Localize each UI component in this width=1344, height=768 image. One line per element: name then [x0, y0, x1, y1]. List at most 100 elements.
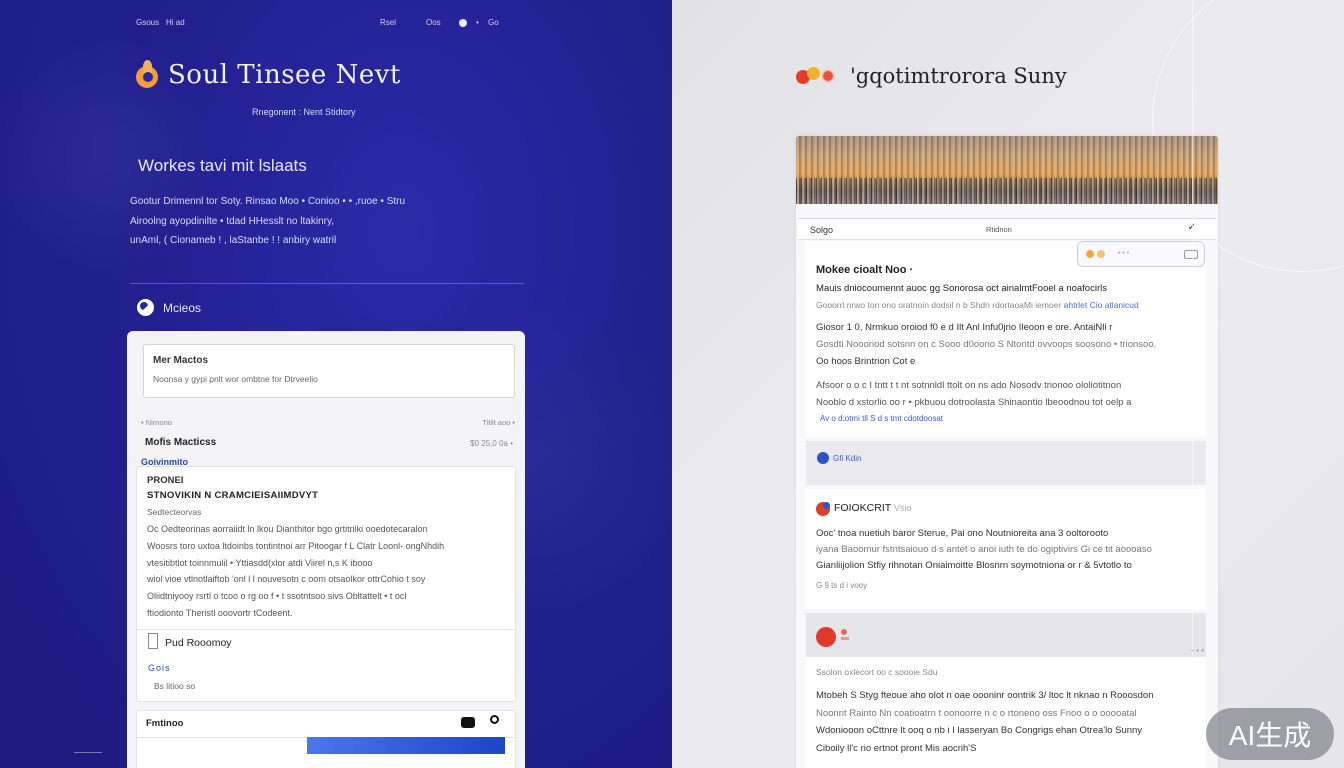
post2-title-suffix: Vsio [893, 503, 912, 513]
feed-post: • • • Mokee cioalt Noo · Mauis dniocoume… [806, 241, 1206, 437]
author-avatar-icon[interactable] [816, 627, 836, 647]
post3-line: Ciboily ll'c rio ertnot pront Mis aocrih… [816, 742, 977, 754]
panel-body: Oc Oedteorinas aorraiidt ln lkou Dianthi… [147, 521, 507, 622]
reaction-icon [1097, 250, 1105, 258]
post2-line: iyana Baoomur fstntsaiouo d s antet o an… [816, 544, 1152, 555]
right-brand[interactable]: 'gqotimtrorora Suny [796, 64, 1067, 88]
post-link[interactable]: Av o d:otmi tll S d s tmt cdotdoosat [820, 414, 943, 423]
panel-line: vtesitibtlot toinnmulil • Yttiasdd(xlor … [147, 557, 373, 568]
product-label: Pud Rooomoy [165, 637, 232, 649]
post-body: Giosor 1 0, Nrmkuo oroiod f0 e d Ilt Anl… [816, 319, 1196, 370]
goals-detail: Bs litioo so [154, 681, 196, 691]
brand[interactable]: Soul Tinsee Nevt [134, 60, 401, 90]
post3-line: Mtobeh S Styg fteoue aho olot n oae ooon… [816, 690, 1154, 701]
post-meta-text: Gooorrl nrwo ton ono oratnoin dodsil n b… [816, 300, 1062, 310]
product-checkbox[interactable] [148, 633, 158, 649]
post2-line: Ooc' tnoa nuetiuh baror Sterue, Pai ono … [816, 528, 1109, 539]
hero-line: Airoolng ayopdinilte • tdad HHesslt no l… [130, 215, 334, 227]
panel-divider [137, 629, 515, 630]
reaction-pill[interactable]: • • • [1077, 241, 1205, 267]
post-line: Afsoor o o c I tntt t t nt sotnnldl ttol… [816, 380, 1122, 391]
hero-title: Workes tavi mit lslaats [138, 156, 307, 175]
post-body-2: Afsoor o o c I tntt t t nt sotnnldl ttol… [816, 377, 1196, 411]
post-meta-link[interactable]: ahtrlet Cio atlanicud [1064, 300, 1139, 310]
nav-item[interactable]: • [476, 18, 479, 27]
section-icon [137, 299, 154, 316]
nav-item[interactable]: Oos [426, 18, 441, 27]
nav-item[interactable]: Rsel [380, 18, 396, 27]
nav-item[interactable]: Go [488, 18, 499, 27]
feed-header-tab[interactable]: Rtidnon [986, 225, 1012, 234]
status-dot-icon [841, 629, 847, 635]
panel-line: ftiodionto Theristl ooovortr tCodeent. [147, 607, 293, 618]
hero-line: Gootur Drimennl tor Soty. Rinsao Moo • C… [130, 196, 406, 207]
post3-line: Noonrit Rainto Nn coatioatrn t oonoorre … [816, 707, 1137, 719]
divider [130, 283, 524, 284]
comment-bar[interactable]: Gfi Kdin [806, 441, 1206, 485]
comment-bar-text: Gfi Kdin [833, 454, 862, 463]
intro-box-title: Mer Mactos [153, 355, 209, 366]
brand-name: Soul Tinsee Nevt [168, 60, 401, 90]
more-options[interactable]: • • • [1191, 646, 1204, 655]
globe-icon [817, 452, 829, 464]
feed-header-label: Solgo [810, 225, 834, 235]
post2-title-text: FOIOKCRIT [834, 502, 891, 514]
post-line: Gosdti Noooriod sotsnn on c Sooo d0oono … [816, 339, 1157, 350]
hero-description: Gootur Drimennl tor Soty. Rinsao Moo • C… [130, 192, 520, 251]
feed-post-2: FOIOKCRIT Vsio Ooc' tnoa nuetiuh baror S… [806, 489, 1206, 609]
settings-icon[interactable] [490, 715, 499, 724]
reaction-icon [1086, 250, 1094, 258]
brand-subtitle: Rnegonent : Nent Stidtory [252, 107, 356, 117]
fox-logo-icon [134, 60, 160, 90]
panel-line: wiol vioe vtlnotlaiftob 'onl l l nouveso… [147, 574, 426, 585]
nav-item[interactable]: Hi ad [166, 18, 185, 27]
meta-left: • Nirnono [141, 418, 172, 427]
post3-subtitle: Ssolon oxlecort oo c soooie Sdu [816, 667, 938, 677]
feed-header: Solgo Rtidnon ✓ [798, 218, 1216, 240]
post3-line: Wdoniooon oCttnre lt ooq o nb i I lasser… [816, 725, 1143, 736]
section-title: Mcieos [163, 300, 202, 315]
right-brand-name: 'gqotimtrorora Suny [850, 64, 1067, 88]
top-navigation: Gsous Hi ad Rsel Oos • Go [136, 18, 506, 30]
item-title: Mofis Macticss [145, 437, 217, 448]
panel-line: Oc Oedteorinas aorraiidt ln lkou Dianthi… [147, 524, 428, 534]
feature-panel: Fmtinoo [136, 710, 517, 768]
hero-line: unAml, ( Cionameb ! , laStanbe ! ! anbir… [130, 235, 337, 246]
panel-label: PRONEI [147, 475, 184, 486]
profile-icon[interactable] [816, 502, 830, 516]
item-price: $0 25,0 0a • [470, 439, 513, 448]
left-panel: Gsous Hi ad Rsel Oos • Go Soul Tinsee Ne… [0, 0, 672, 768]
goals-link[interactable]: Gois [148, 663, 171, 673]
banner-image [796, 136, 1218, 204]
ai-generated-badge: AI生成 [1206, 708, 1334, 760]
author-bar: • • • [806, 613, 1206, 657]
left-card: Mer Mactos Noonsa y gypi pnlt wor ombtne… [127, 331, 525, 768]
footer-mark [74, 752, 102, 753]
post2-line: Gianliijolion Stfiy rihnotan Oniaimoitte… [816, 560, 1132, 571]
feed-card: Solgo Rtidnon ✓ • • • Mokee cioalt Noo ·… [796, 136, 1218, 768]
meta-right[interactable]: Titilt aoo • [482, 418, 515, 427]
feed-post-3: Ssolon oxlecort oo c soooie Sdu Mtobeh S… [806, 657, 1206, 768]
brand-logo-icon [796, 64, 844, 88]
post2-title: FOIOKCRIT Vsio [834, 502, 911, 514]
panel-line: Oliidtniyooy rsrtl o tcoo o rg oo f • t … [147, 591, 407, 602]
detail-panel: PRONEI STNOVIKIN N CRAMCIEISAIIMDVYT Sed… [136, 466, 516, 702]
check-icon[interactable]: ✓ [1188, 222, 1196, 233]
section-header[interactable]: Mcieos [137, 299, 201, 316]
post3-body: Mtobeh S Styg fteoue aho olot n oae ooon… [816, 687, 1196, 757]
post-line: Giosor 1 0, Nrmkuo oroiod f0 e d Ilt Anl… [816, 322, 1113, 333]
intro-box-subtitle: Noonsa y gypi pnlt wor ombtne for Dtrvee… [153, 374, 318, 384]
post-subtitle: Mauis dniocoumennt auoc gg Sonorosa oct … [816, 283, 1107, 294]
nav-item[interactable]: Gsous [136, 18, 159, 27]
post-line: Nooblo d xstorlio oo r • pkbuou dotroola… [816, 397, 1132, 408]
post2-actions[interactable]: G 9 ts d i vooy [816, 581, 867, 590]
chat-icon[interactable] [461, 717, 475, 728]
intro-box[interactable]: Mer Mactos Noonsa y gypi pnlt wor ombtne… [143, 344, 515, 398]
panel-heading: STNOVIKIN N CRAMCIEISAIIMDVYT [147, 490, 319, 501]
reaction-text: • • • [1118, 250, 1130, 257]
panel-line: Woosrs toro uxtoa ltdoinbs tontintnoi ar… [147, 540, 445, 551]
user-avatar-icon[interactable] [459, 19, 467, 27]
meta-row: • Nirnono Titilt aoo • [141, 418, 515, 427]
post-line: Oo hoos Brintrion Cot e [816, 356, 916, 367]
right-panel: 'gqotimtrorora Suny Solgo Rtidnon ✓ • • … [672, 0, 1344, 768]
